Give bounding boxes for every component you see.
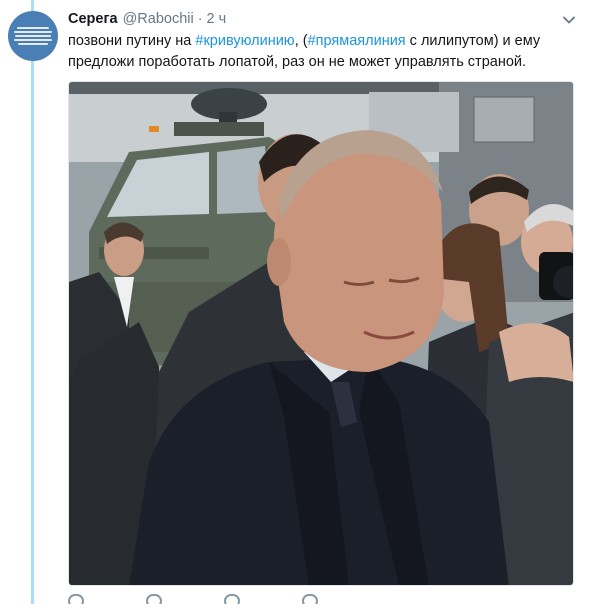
heart-icon[interactable] xyxy=(224,594,240,604)
direct-message-icon[interactable] xyxy=(302,594,318,604)
reply-icon[interactable] xyxy=(68,594,84,604)
tweet-text-part: , ( xyxy=(294,33,308,49)
author-name[interactable]: Серега xyxy=(68,11,118,27)
hashtag-link[interactable]: #прямаялиния xyxy=(308,33,406,49)
hashtag-link[interactable]: #кривуюлинию xyxy=(195,33,294,49)
tweet-text-part: позвони путину на xyxy=(68,33,196,49)
thread-connector-line xyxy=(31,0,34,604)
avatar[interactable] xyxy=(8,11,58,61)
avatar-text-line xyxy=(15,35,51,37)
tweet-header: Серега @Rabochii · 2 ч xyxy=(68,11,576,31)
separator-dot: · xyxy=(197,11,203,27)
tweet-photo[interactable] xyxy=(68,81,574,586)
avatar-text-line xyxy=(18,43,48,45)
tweet-actions xyxy=(68,594,318,604)
photo-illustration xyxy=(69,82,573,585)
chevron-down-icon[interactable] xyxy=(562,13,576,27)
avatar-text-line xyxy=(14,39,52,41)
retweet-icon[interactable] xyxy=(146,594,162,604)
avatar-text-line xyxy=(17,27,49,29)
timestamp[interactable]: 2 ч xyxy=(207,11,227,27)
avatar-text-line xyxy=(14,31,52,33)
author-handle[interactable]: @Rabochii xyxy=(123,11,194,27)
tweet-text: позвони путину на #кривуюлинию, (#прямая… xyxy=(68,31,568,73)
